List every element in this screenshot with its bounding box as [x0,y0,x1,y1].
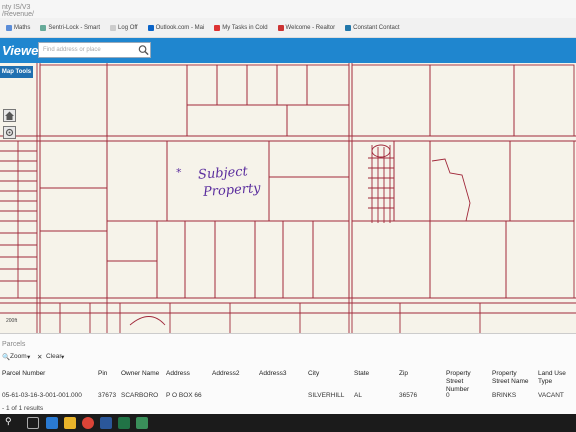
home-icon [5,111,14,120]
zoom-button[interactable]: Zoom [10,353,27,360]
cell-zip: 36576 [399,392,418,399]
col-city[interactable]: City [308,370,319,378]
chevron-down-icon[interactable]: ▾ [61,353,64,361]
col-address2[interactable]: Address2 [212,370,239,378]
col-state[interactable]: State [354,370,369,378]
bookmark-icon [345,24,352,31]
bookmark-realtor[interactable]: Welcome - Realtor [277,24,335,31]
scale-bar-label: 200ft [6,318,18,324]
search-icon[interactable]: ⚲ [5,416,12,427]
col-parcel-number[interactable]: Parcel Number [2,370,45,378]
cell-land-use-type: VACANT [538,392,564,399]
app-icon[interactable] [136,417,148,429]
home-button[interactable] [3,109,16,122]
parcels-panel: Parcels 🔍 Zoom ▾ ✕ Clear ▾ Parcel Number… [0,333,576,415]
bookmark-sentrilock[interactable]: Sentri-Lock - Smart [40,24,100,31]
clear-button[interactable]: Clear [46,353,62,360]
bookmark-outlook[interactable]: Outlook.com - Mai [147,24,204,31]
windows-taskbar: ⚲ [0,414,576,432]
bookmark-icon [40,24,47,31]
parcel-lines: * [0,63,576,333]
file-explorer-icon[interactable] [64,417,76,429]
excel-icon[interactable] [118,417,130,429]
parcel-map[interactable]: * Map Tools Subject Property 200ft [0,63,576,333]
cell-pin: 37673 [98,392,117,399]
col-owner-name[interactable]: Owner Name [121,370,159,378]
chevron-down-icon[interactable]: ▾ [27,353,30,361]
bookmark-constant-contact[interactable]: Constant Contact [345,24,399,31]
chrome-icon[interactable] [82,417,94,429]
locate-button[interactable] [3,126,16,139]
cell-property-street-number: 0 [446,392,450,399]
cell-parcel-number: 05-61-03-16-3-001-001.000 [2,392,82,399]
col-address3[interactable]: Address3 [259,370,286,378]
col-property-street-name[interactable]: Property Street Name [492,370,530,386]
col-land-use-type[interactable]: Land Use Type [538,370,574,386]
bookmark-maths[interactable]: Maths [6,24,30,31]
clear-icon[interactable]: ✕ [37,353,42,361]
map-tools-button[interactable]: Map Tools [0,66,33,78]
cell-property-street-name: BRINKS [492,392,517,399]
cell-state: AL [354,392,362,399]
cell-city: SILVERHILL [308,392,345,399]
word-icon[interactable] [100,417,112,429]
col-pin[interactable]: Pin [98,370,107,378]
task-view-icon[interactable] [27,417,39,429]
col-property-street-number[interactable]: Property Street Number [446,370,488,394]
zoom-icon[interactable]: 🔍 [2,353,10,361]
search-icon[interactable] [137,43,150,57]
bookmark-logoff[interactable]: Log Off [110,24,138,31]
bookmark-icon [277,24,284,31]
col-zip[interactable]: Zip [399,370,408,378]
panel-title: Parcels [2,341,26,348]
cell-address: P O BOX 66 [166,392,202,399]
bookmark-tasks[interactable]: My Tasks in Cold [214,24,268,31]
url-text-2: /Revenue/ [2,11,34,18]
app-header: Viewer Find address or place [0,38,576,63]
bookmarks-bar: Maths Sentri-Lock - Smart Log Off Outloo… [0,18,576,38]
cell-owner-name: SCARBORO [121,392,159,399]
locate-icon [5,128,14,137]
browser-url-strip[interactable]: nty IS/V3 /Revenue/ [0,0,576,18]
bookmark-icon [6,24,12,31]
search-input[interactable]: Find address or place [38,42,151,58]
col-address[interactable]: Address [166,370,190,378]
bookmark-icon [214,24,221,31]
results-count: - 1 of 1 results [2,405,44,412]
url-text: nty IS/V3 [2,4,31,11]
bookmark-icon [147,24,154,31]
subject-marker-icon: * [176,166,182,179]
bookmark-icon [110,24,117,31]
edge-icon[interactable] [46,417,58,429]
